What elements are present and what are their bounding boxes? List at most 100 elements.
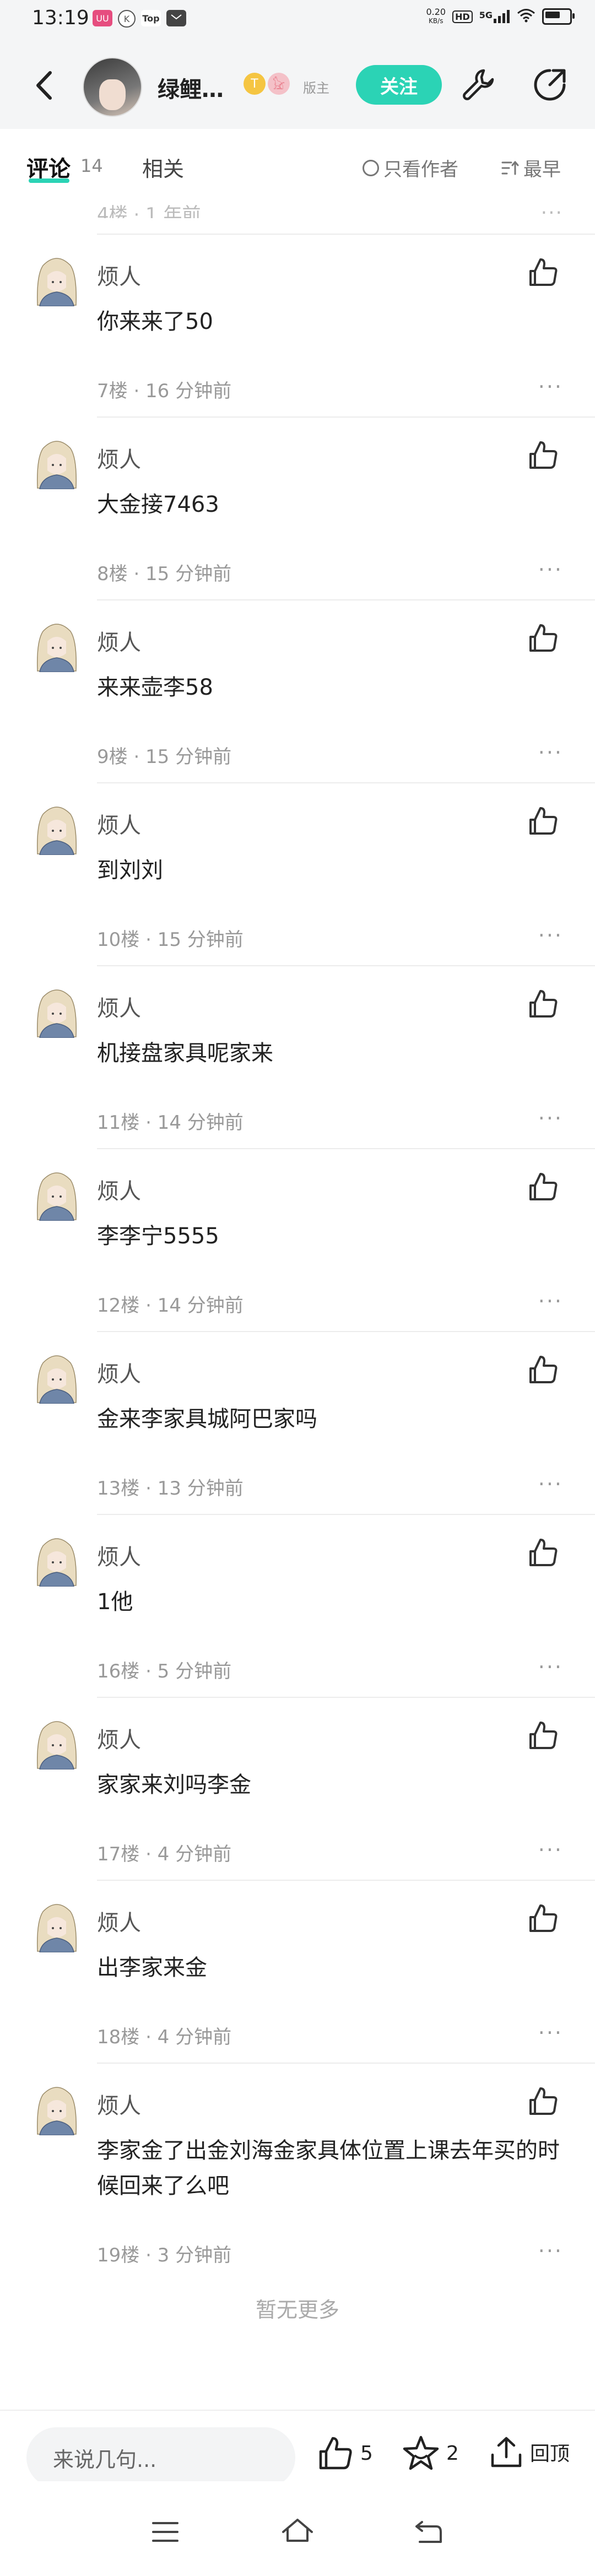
- comment-text: 李李宁5555: [97, 1224, 219, 1249]
- status-time: 13:19: [32, 7, 89, 29]
- app-icon-pink: UU: [93, 10, 112, 26]
- user-avatar[interactable]: [33, 1534, 80, 1587]
- comment-tabs: 评论 14 相关 只看作者 最早: [0, 129, 595, 195]
- back-button[interactable]: [28, 66, 61, 105]
- comment-text: 1他: [97, 1589, 133, 1615]
- thumb-up-icon: [529, 1173, 558, 1200]
- comment-item: 烦人 你来来了50 7楼 · 16 分钟前 ···: [0, 235, 595, 418]
- comment-meta: 11楼 · 14 分钟前: [97, 1112, 244, 1134]
- comment-item: 烦人 出李家来金 18楼 · 4 分钟前 ···: [0, 1881, 595, 2064]
- app-icon-k: K: [118, 10, 136, 28]
- favorite-button[interactable]: 2: [402, 2435, 459, 2471]
- comment-like-button[interactable]: [528, 988, 559, 1019]
- comment-meta: 12楼 · 14 分钟前: [97, 1295, 244, 1317]
- user-avatar[interactable]: [33, 2082, 80, 2136]
- user-name[interactable]: 烦人: [97, 2088, 141, 2120]
- more-icon[interactable]: ···: [541, 202, 563, 224]
- comment-meta: 17楼 · 4 分钟前: [97, 1843, 232, 1865]
- comment-text: 家家来刘吗李金: [97, 1772, 251, 1798]
- user-name[interactable]: 烦人: [97, 1539, 141, 1571]
- like-count: 5: [360, 2442, 373, 2465]
- user-avatar[interactable]: [33, 1899, 80, 1953]
- author-only-toggle[interactable]: 只看作者: [363, 154, 458, 181]
- more-icon[interactable]: ···: [538, 375, 563, 399]
- comment-like-button[interactable]: [528, 1537, 559, 1568]
- user-name[interactable]: 烦人: [97, 442, 141, 474]
- battery-icon: [542, 8, 575, 25]
- comment-like-button[interactable]: [528, 2086, 559, 2117]
- thumb-up-icon: [529, 1356, 558, 1383]
- user-name[interactable]: 烦人: [97, 1905, 141, 1937]
- comment-meta: 19楼 · 3 分钟前: [97, 2244, 232, 2266]
- more-icon[interactable]: ···: [538, 2021, 563, 2045]
- more-icon[interactable]: ···: [538, 2239, 563, 2263]
- more-icon[interactable]: ···: [538, 1655, 563, 1679]
- sort-option[interactable]: 最早: [501, 154, 561, 181]
- home-icon[interactable]: [281, 2518, 314, 2543]
- user-name[interactable]: 烦人: [97, 1722, 141, 1754]
- no-more-text: 暂无更多: [255, 2298, 339, 2322]
- forum-avatar[interactable]: [83, 57, 142, 117]
- user-avatar[interactable]: [33, 1717, 80, 1770]
- user-name[interactable]: 烦人: [97, 259, 141, 291]
- active-tab-indicator: [29, 178, 69, 183]
- user-name[interactable]: 烦人: [97, 991, 141, 1022]
- more-icon[interactable]: ···: [538, 558, 563, 582]
- user-name[interactable]: 烦人: [97, 625, 141, 657]
- user-avatar[interactable]: [33, 619, 80, 673]
- comment-meta: 10楼 · 15 分钟前: [97, 929, 244, 951]
- comments-count: 14: [80, 155, 103, 176]
- net-speed: 0.20 KB/s: [426, 7, 446, 25]
- comment-like-button[interactable]: [528, 623, 559, 653]
- tab-related[interactable]: 相关: [142, 152, 184, 182]
- thumb-up-icon: [529, 258, 558, 286]
- comment-meta: 18楼 · 4 分钟前: [97, 2026, 232, 2048]
- more-icon[interactable]: ···: [538, 1838, 563, 1862]
- system-nav-bar: [0, 2481, 595, 2576]
- comment-meta: 7楼 · 16 分钟前: [97, 380, 232, 402]
- thumb-up-icon: [319, 2437, 352, 2470]
- more-icon[interactable]: ···: [538, 923, 563, 948]
- user-name[interactable]: 烦人: [97, 1356, 141, 1388]
- comment-like-button[interactable]: [528, 440, 559, 470]
- menu-icon[interactable]: [152, 2521, 178, 2543]
- comment-like-button[interactable]: [528, 1171, 559, 1202]
- comment-like-button[interactable]: [528, 1720, 559, 1751]
- role-tag: 版主: [303, 80, 329, 96]
- signal-icon: 5G: [479, 10, 510, 23]
- back-to-top-button[interactable]: 回顶: [489, 2435, 570, 2469]
- share-icon[interactable]: [530, 65, 570, 107]
- rabbit-badge-icon: 𓃠: [268, 73, 290, 95]
- more-icon[interactable]: ···: [538, 1289, 563, 1313]
- comment-meta: 13楼 · 13 分钟前: [97, 1478, 244, 1500]
- user-name[interactable]: 烦人: [97, 808, 141, 840]
- reply-input[interactable]: 来说几句...: [26, 2427, 295, 2488]
- bottom-action-bar: 来说几句... 5 2 回顶: [0, 2410, 595, 2488]
- comment-like-button[interactable]: [528, 1903, 559, 1934]
- status-bar: 13:19 UU K Top 0.20 KB/s HD 5G: [0, 0, 595, 46]
- comment-text: 机接盘家具呢家来: [97, 1041, 273, 1066]
- back-nav-icon[interactable]: [414, 2520, 443, 2544]
- comment-like-button[interactable]: [528, 805, 559, 836]
- notification-icons: UU K Top: [93, 10, 186, 28]
- user-avatar[interactable]: [33, 436, 80, 490]
- user-name[interactable]: 烦人: [97, 1173, 141, 1205]
- follow-button[interactable]: 关注: [356, 65, 442, 105]
- more-icon[interactable]: ···: [538, 1106, 563, 1130]
- more-icon[interactable]: ···: [538, 1472, 563, 1496]
- sort-icon: [501, 161, 519, 175]
- like-button[interactable]: 5: [317, 2435, 373, 2471]
- user-avatar[interactable]: [33, 253, 80, 307]
- comment-text: 金来李家具城阿巴家吗: [97, 1406, 317, 1432]
- user-avatar[interactable]: [33, 1168, 80, 1221]
- comment-like-button[interactable]: [528, 257, 559, 288]
- user-avatar[interactable]: [33, 1351, 80, 1404]
- more-icon[interactable]: ···: [538, 740, 563, 765]
- user-avatar[interactable]: [33, 802, 80, 856]
- author-only-label: 只看作者: [383, 159, 458, 181]
- forum-name[interactable]: 绿鲤…: [158, 72, 224, 104]
- star-icon: [403, 2436, 439, 2470]
- wrench-icon[interactable]: [459, 65, 499, 107]
- user-avatar[interactable]: [33, 985, 80, 1038]
- comment-like-button[interactable]: [528, 1354, 559, 1385]
